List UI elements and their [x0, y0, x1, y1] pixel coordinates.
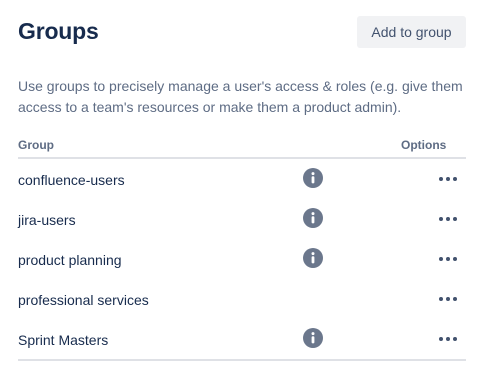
info-icon[interactable] — [303, 168, 323, 188]
group-name[interactable]: product planning — [18, 251, 122, 269]
group-name[interactable]: jira-users — [18, 211, 76, 229]
column-header-options: Options — [401, 138, 447, 152]
table-row: product planning — [18, 239, 466, 279]
page-title: Groups — [18, 18, 99, 44]
groups-table-body: confluence-users jira-users product planni… — [18, 159, 466, 359]
info-icon[interactable] — [303, 248, 323, 268]
column-header-group: Group — [18, 138, 54, 152]
more-dots — [439, 257, 457, 261]
more-dots — [439, 217, 457, 221]
info-icon[interactable] — [303, 328, 323, 348]
more-options-icon[interactable] — [432, 327, 464, 351]
more-dots — [439, 297, 457, 301]
groups-panel: Groups Add to group Use groups to precis… — [0, 0, 484, 376]
more-options-icon[interactable] — [432, 167, 464, 191]
more-dots — [439, 337, 457, 341]
group-name[interactable]: Sprint Masters — [18, 331, 108, 349]
groups-description: Use groups to precisely manage a user's … — [18, 78, 463, 115]
table-row: jira-users — [18, 199, 466, 239]
group-name[interactable]: confluence-users — [18, 171, 125, 189]
more-dots — [439, 177, 457, 181]
more-options-icon[interactable] — [432, 287, 464, 311]
table-row: professional services — [18, 279, 466, 319]
info-icon[interactable] — [303, 208, 323, 228]
group-name[interactable]: professional services — [18, 291, 149, 309]
more-options-icon[interactable] — [432, 247, 464, 271]
table-row: Sprint Masters — [18, 319, 466, 359]
table-footer-divider — [18, 359, 466, 361]
more-options-icon[interactable] — [432, 207, 464, 231]
add-to-group-button[interactable]: Add to group — [357, 16, 466, 48]
table-row: confluence-users — [18, 159, 466, 199]
